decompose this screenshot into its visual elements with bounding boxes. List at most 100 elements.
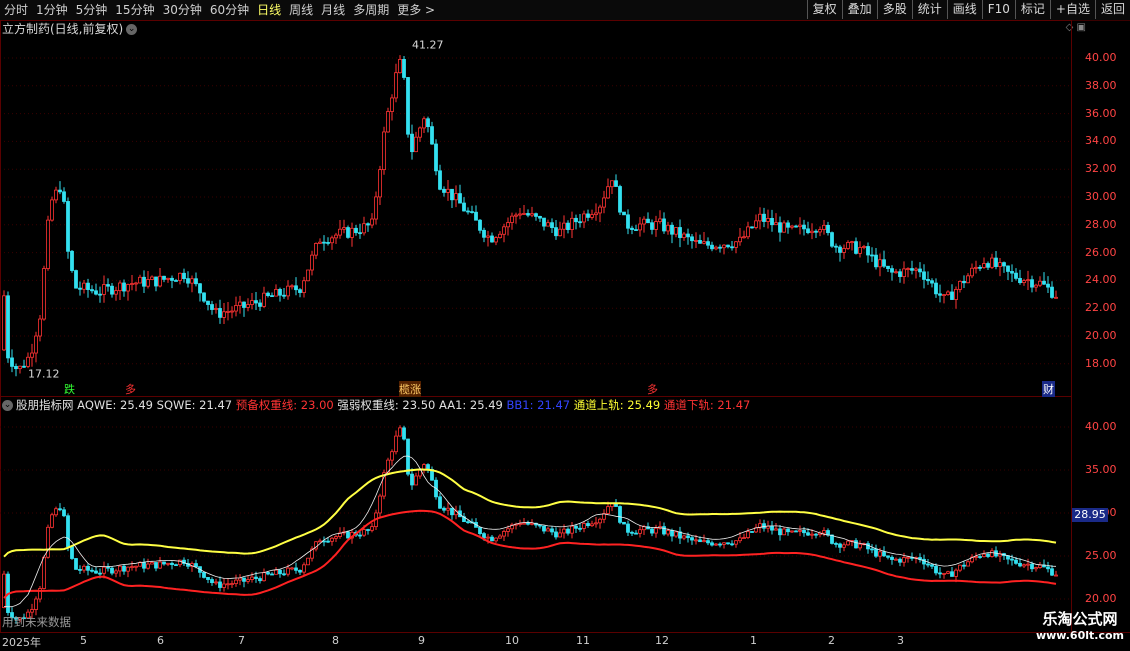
ind-candle-134 (538, 524, 542, 529)
ind-candle-222 (890, 555, 894, 565)
ind-candle-14 (58, 503, 62, 512)
ind-candle-68 (274, 567, 278, 575)
ind-candle-149 (598, 517, 602, 529)
ind-candle-175 (702, 534, 706, 543)
ind-candle-65 (262, 568, 266, 582)
watermark: 乐淘公式网 www.60lt.com (1036, 608, 1124, 642)
ind-candle-74 (298, 569, 302, 576)
ind-candle-54 (218, 576, 222, 592)
ind-candle-193 (774, 523, 778, 531)
price-axis-label-0: 40.00 (1085, 51, 1117, 64)
ind-candle-240 (962, 561, 966, 570)
period-toolbar: 分时 1分钟 5分钟 15分钟 30分钟 60分钟 日线 周线 月线 多周期 更多 > 复权 叠加 多股… (0, 0, 1130, 21)
ind-candle-144 (578, 523, 582, 532)
indicator-name[interactable]: 股朋指标网 (16, 398, 74, 412)
ind-candle-26 (106, 563, 110, 572)
ind-candle-258 (1034, 566, 1038, 572)
ind-candle-210 (842, 542, 846, 552)
price-axis-label-11: 18.00 (1085, 356, 1117, 370)
ind-candle-91 (366, 528, 370, 535)
ind-candle-30 (122, 564, 126, 575)
ind-candle-148 (594, 516, 598, 528)
marker-die: 跌 (64, 383, 75, 396)
date-label-5: 9 (418, 634, 425, 647)
ind-candle-256 (1026, 558, 1030, 571)
ind-candle-17 (70, 545, 74, 560)
ind-candle-163 (654, 524, 658, 538)
restore-icon[interactable]: ▣ (1077, 22, 1086, 33)
bb1-label: BB1: (506, 398, 534, 412)
ind-candle-123 (494, 537, 498, 543)
chevron-down-icon[interactable]: ⌄ (2, 400, 13, 411)
ind-candle-27 (110, 566, 114, 576)
price-axis-label-10: 20.00 (1085, 329, 1117, 342)
toolbar-button-3[interactable]: 统计 (911, 0, 947, 19)
date-label-0: 2025年 (2, 636, 41, 649)
ind-candle-206 (826, 528, 830, 537)
ind-candle-118 (474, 518, 478, 528)
ind-candle-81 (326, 537, 330, 543)
ind-candle-21 (86, 563, 90, 576)
toolbar-button-4[interactable]: 画线 (946, 0, 982, 19)
ind-candle-29 (118, 564, 122, 577)
ind-candle-204 (818, 531, 822, 538)
period-tab-10[interactable]: 更多 > (393, 0, 439, 20)
toolbar-button-7[interactable]: +自选 (1049, 0, 1095, 19)
ind-candle-181 (726, 542, 730, 545)
toolbar-button-8[interactable]: 返回 (1094, 0, 1130, 19)
ind-candle-19 (78, 565, 82, 574)
sqwe-value: 21.47 (199, 398, 233, 412)
indicator-chart[interactable] (0, 412, 1070, 632)
period-tab-4[interactable]: 30分钟 (159, 0, 206, 20)
ind-candle-150 (602, 509, 606, 524)
ind-candle-47 (190, 561, 194, 572)
date-label-9: 1 (750, 634, 757, 647)
toolbar-button-6[interactable]: 标记 (1014, 0, 1050, 19)
toolbar-button-0[interactable]: 复权 (806, 0, 842, 19)
ind-candle-103 (414, 472, 418, 486)
ind-candle-168 (674, 531, 678, 538)
period-tab-8[interactable]: 月线 (317, 0, 349, 20)
period-tab-3[interactable]: 15分钟 (111, 0, 158, 20)
ind-candle-20 (82, 564, 86, 573)
ind-candle-0 (2, 570, 6, 609)
toolbar-button-2[interactable]: 多股 (876, 0, 912, 19)
date-label-2: 6 (157, 634, 164, 647)
period-tab-6[interactable]: 日线 (253, 0, 285, 20)
ind-candle-31 (126, 566, 130, 578)
ind-candle-82 (330, 536, 334, 546)
ind-candle-110 (442, 506, 446, 513)
period-tab-7[interactable]: 周线 (285, 0, 317, 20)
toolbar-button-5[interactable]: F10 (981, 0, 1015, 19)
ind-candle-189 (758, 519, 762, 534)
bb1-value: 21.47 (537, 398, 571, 412)
ind-candle-260 (1042, 559, 1046, 568)
ind-candle-192 (770, 520, 774, 535)
ind-candle-41 (166, 562, 170, 567)
ind-candle-194 (778, 525, 782, 541)
ind-candle-139 (558, 528, 562, 538)
ind-candle-40 (162, 561, 166, 566)
ind-candle-213 (854, 538, 858, 549)
ind-candle-180 (722, 542, 726, 549)
indicator-axis-label-3: 25.00 (1085, 549, 1117, 562)
ind-candle-179 (718, 542, 722, 548)
ind-candle-64 (258, 576, 262, 584)
ind-candle-236 (946, 570, 950, 575)
ind-candle-142 (570, 522, 574, 539)
period-tab-0[interactable]: 分时 (0, 0, 32, 20)
period-tab-1[interactable]: 1分钟 (32, 0, 72, 20)
period-tab-2[interactable]: 5分钟 (72, 0, 112, 20)
ind-candle-239 (958, 564, 962, 573)
period-tab-9[interactable]: 多周期 (349, 0, 393, 20)
date-label-4: 8 (332, 634, 339, 647)
ind-candle-198 (794, 530, 798, 533)
ind-candle-156 (626, 520, 630, 536)
ind-candle-255 (1022, 563, 1026, 568)
date-label-10: 2 (828, 634, 835, 647)
side-strip[interactable] (1118, 21, 1130, 396)
period-tab-5[interactable]: 60分钟 (206, 0, 253, 20)
ind-candle-125 (502, 529, 506, 541)
ind-candle-137 (550, 526, 554, 536)
toolbar-button-1[interactable]: 叠加 (841, 0, 877, 19)
